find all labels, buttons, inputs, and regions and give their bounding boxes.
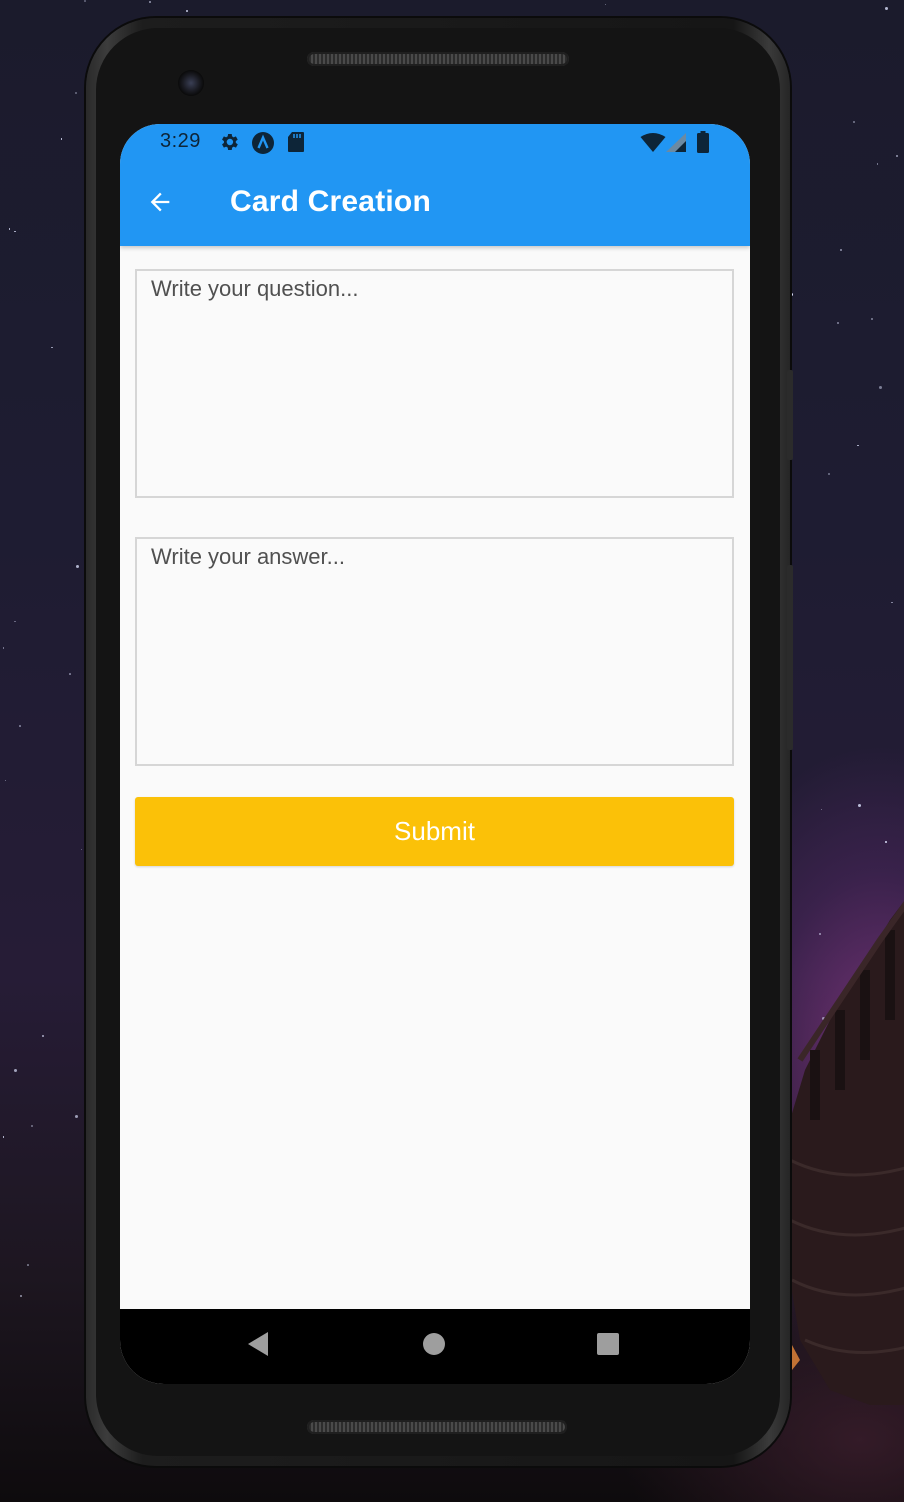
status-time: 3:29 (160, 130, 201, 152)
star (14, 230, 16, 233)
front-camera (178, 70, 204, 96)
submit-button[interactable]: Submit (135, 797, 734, 866)
app-notification-icon (251, 131, 275, 160)
recents-square-icon (596, 1332, 620, 1361)
star (60, 138, 63, 140)
home-circle-icon (422, 1332, 446, 1361)
nav-back-button[interactable] (233, 1321, 283, 1371)
phone-screen: 3:29 Card Creation Submit (120, 124, 750, 1384)
question-input[interactable] (135, 269, 734, 498)
star (857, 804, 861, 808)
star (185, 9, 188, 12)
page-title: Card Creation (230, 185, 431, 218)
bottom-speaker (307, 1420, 567, 1434)
back-button[interactable] (136, 180, 184, 228)
settings-icon (218, 131, 240, 158)
star (879, 385, 882, 389)
ship-silhouette (784, 901, 904, 1405)
answer-input[interactable] (135, 537, 734, 766)
star (891, 601, 893, 604)
nav-home-button[interactable] (409, 1321, 459, 1371)
star (14, 620, 16, 623)
star (871, 317, 873, 320)
star (828, 472, 830, 475)
star (13, 1068, 17, 1072)
app-bar: 3:29 Card Creation (120, 124, 750, 246)
star (30, 1124, 33, 1127)
star (75, 1115, 78, 1118)
star (51, 346, 53, 349)
back-triangle-icon (246, 1331, 270, 1362)
star (19, 725, 21, 727)
star (896, 154, 899, 157)
arrow-left-icon (146, 188, 174, 221)
star (2, 1136, 5, 1138)
sd-card-icon (287, 131, 305, 158)
battery-icon (697, 131, 709, 158)
wifi-icon (640, 133, 666, 158)
system-nav-bar (120, 1309, 750, 1384)
star (27, 1264, 29, 1266)
nav-recents-button[interactable] (583, 1321, 633, 1371)
earpiece-speaker (307, 52, 569, 66)
star (69, 673, 71, 675)
volume-button (787, 565, 793, 750)
star (2, 647, 5, 649)
star (8, 228, 10, 230)
star (790, 292, 794, 296)
star (885, 7, 888, 10)
power-button (787, 370, 793, 460)
star (852, 120, 855, 123)
star (884, 840, 887, 843)
signal-icon (665, 133, 687, 158)
